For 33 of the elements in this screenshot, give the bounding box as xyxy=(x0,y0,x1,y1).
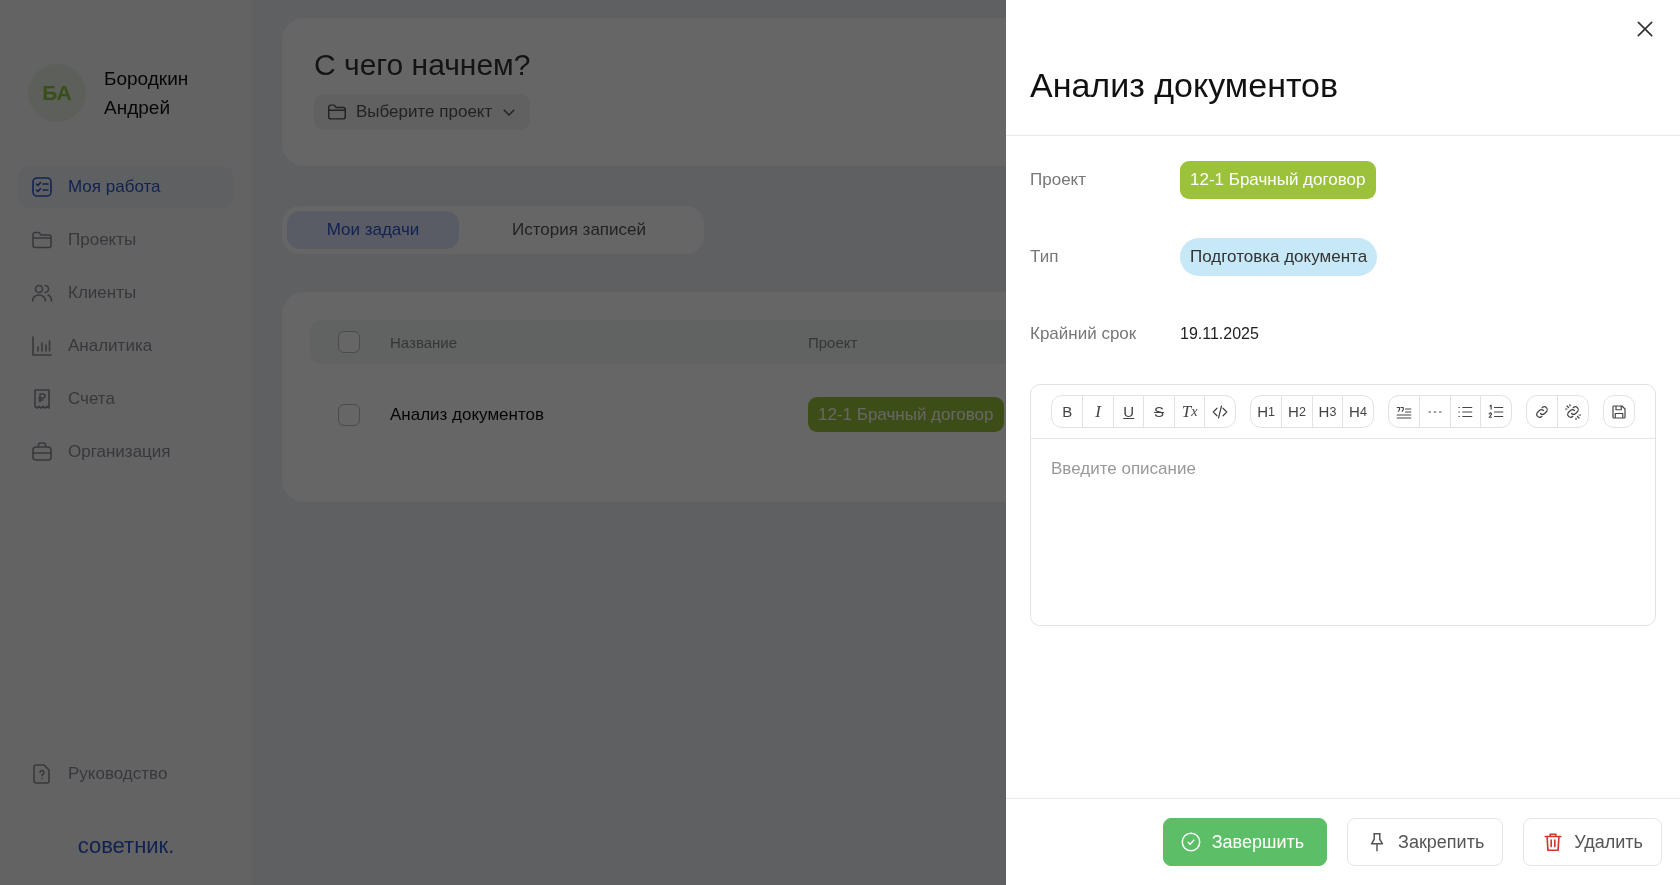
complete-button[interactable]: Завершить xyxy=(1162,818,1328,866)
folder-icon xyxy=(326,101,348,123)
drawer-title: Анализ документов xyxy=(1006,0,1680,136)
trash-icon xyxy=(1542,831,1565,853)
format-button[interactable]: U xyxy=(1112,396,1144,427)
nav-item[interactable]: Моя работа xyxy=(18,166,234,208)
project-tag[interactable]: 12-1 Брачный договор xyxy=(1180,161,1376,199)
project-select[interactable]: Выберите проект xyxy=(314,94,531,130)
pin-button[interactable]: Закрепить xyxy=(1347,818,1504,866)
field-value: 19.11.2025 xyxy=(1180,325,1259,343)
check-circle-icon xyxy=(1179,831,1202,853)
page-heading: С чего начнем? xyxy=(314,48,532,82)
project-tag: 12-1 Брачный договор xyxy=(808,397,1004,432)
field-label: Крайний срок xyxy=(1030,324,1138,344)
checklist-icon xyxy=(30,175,54,199)
table-cell-text: Анализ документов xyxy=(390,405,546,425)
select-placeholder: Выберите проект xyxy=(356,102,493,122)
checkbox[interactable] xyxy=(338,404,360,426)
tab[interactable]: История записей xyxy=(459,211,699,249)
user-name: Бородкин Андрей xyxy=(104,67,190,120)
bar-chart-icon xyxy=(30,334,54,358)
type-tag[interactable]: Подготовка документа xyxy=(1180,238,1378,276)
checkbox[interactable] xyxy=(338,331,360,353)
delete-button[interactable]: Удалить xyxy=(1523,818,1662,866)
user-avatar: БА xyxy=(28,64,86,122)
field-label: Проект xyxy=(1030,170,1087,190)
logo[interactable]: советник. xyxy=(18,833,234,859)
briefcase-icon xyxy=(30,440,54,464)
format-button[interactable]: S xyxy=(1143,396,1174,427)
tab[interactable]: Мои задачи xyxy=(287,211,459,249)
field-label: Тип xyxy=(1030,247,1060,267)
format-button[interactable]: I xyxy=(1082,396,1113,427)
format-button[interactable]: B xyxy=(1052,396,1083,427)
